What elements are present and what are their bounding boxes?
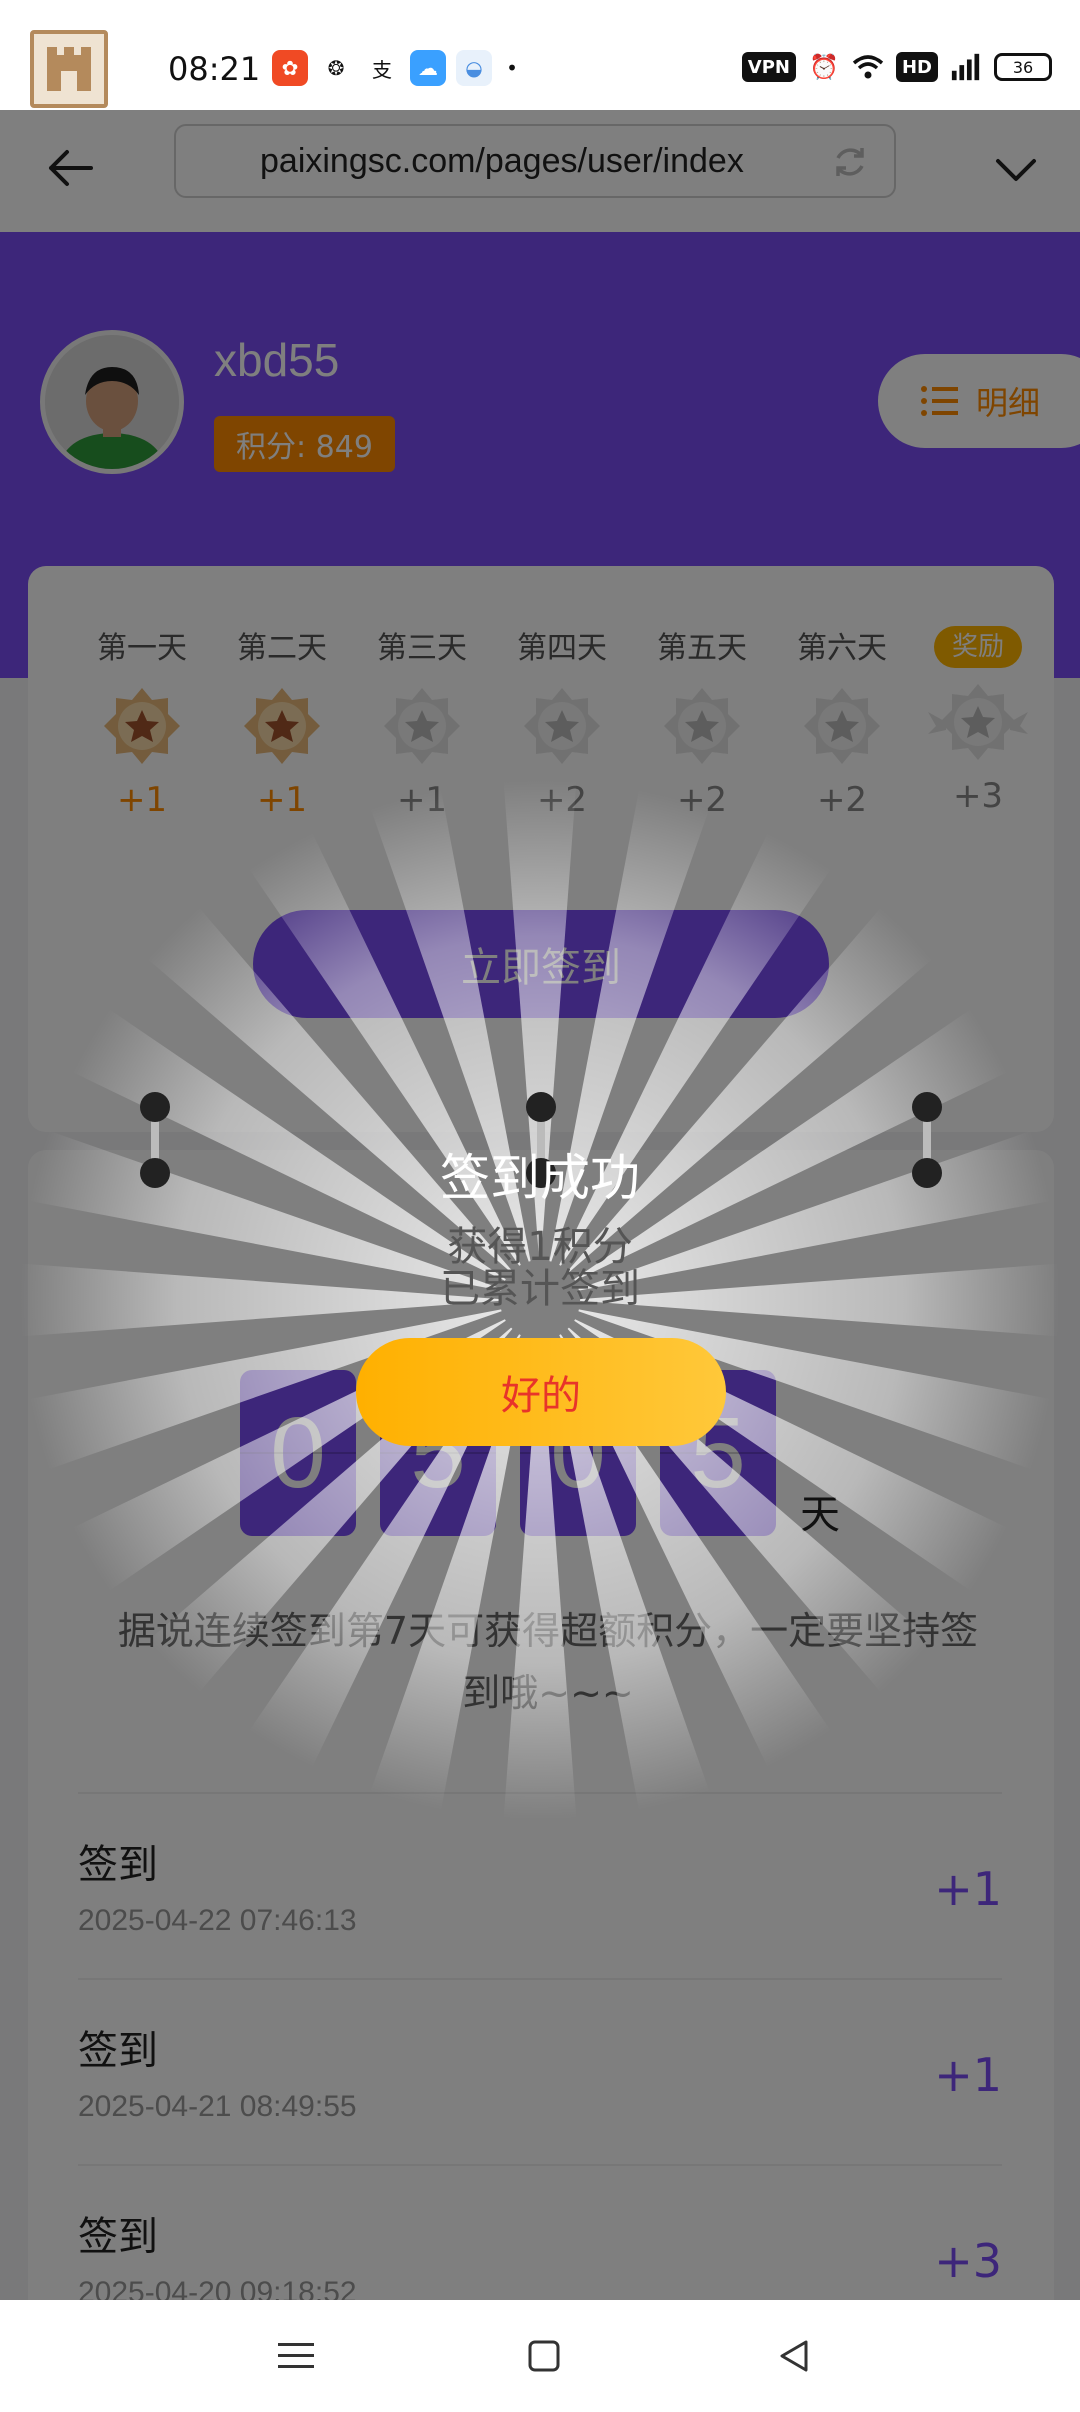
- system-nav-bar: [0, 2300, 1080, 2412]
- menu-icon[interactable]: [266, 2326, 326, 2386]
- home-icon[interactable]: [514, 2326, 574, 2386]
- back-triangle-icon[interactable]: [764, 2326, 824, 2386]
- modal-title: 签到成功: [440, 1149, 640, 1207]
- modal-total-text: 已累计签到: [440, 1266, 640, 1312]
- ok-button[interactable]: 好的: [356, 1338, 726, 1446]
